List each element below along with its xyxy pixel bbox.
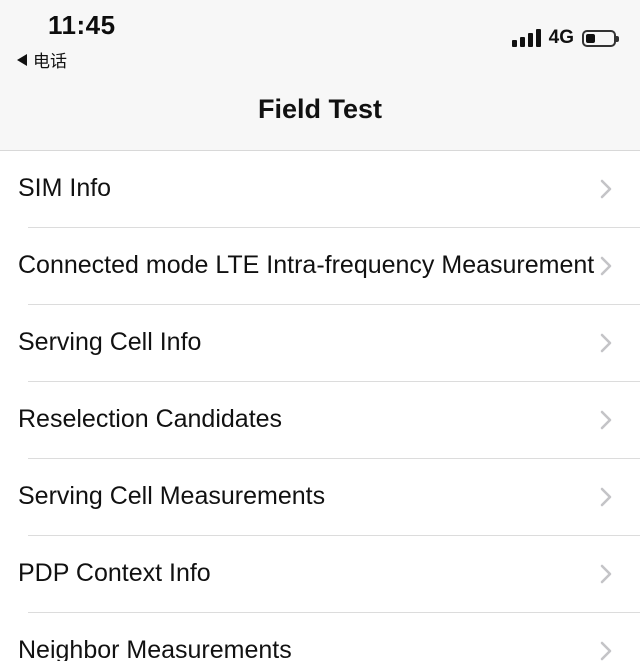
network-type: 4G [548, 27, 574, 48]
list-item-label: Serving Cell Info [18, 328, 202, 356]
top-bar: 11:45 电话 4G Field Test [0, 0, 640, 151]
field-test-screen: 11:45 电话 4G Field Test SIM Info Connecte… [0, 0, 640, 661]
list-item-label: Connected mode LTE Intra-frequency Measu… [18, 251, 595, 279]
list-item-label: Serving Cell Measurements [18, 482, 326, 510]
back-arrow-icon [17, 53, 27, 66]
chevron-right-icon [596, 178, 616, 200]
list-item-neighbor-measurements[interactable]: Neighbor Measurements [18, 613, 640, 661]
status-time: 11:45 [48, 10, 116, 40]
list-item-serving-cell-info[interactable]: Serving Cell Info [18, 305, 640, 382]
status-indicators: 4G [511, 27, 619, 49]
back-to-phone-button[interactable]: 电话 [17, 47, 67, 72]
back-label: 电话 [33, 52, 67, 72]
battery-level [586, 33, 596, 43]
page-title: Field Test [257, 94, 383, 124]
chevron-right-icon [596, 486, 616, 508]
field-test-menu: SIM Info Connected mode LTE Intra-freque… [0, 151, 640, 661]
signal-strength-icon [511, 29, 541, 47]
list-item-label: PDP Context Info [18, 559, 211, 587]
battery-icon [582, 29, 619, 47]
list-item-sim-info[interactable]: SIM Info [18, 151, 640, 228]
list-item-label: Neighbor Measurements [18, 636, 292, 661]
chevron-right-icon [596, 640, 616, 661]
list-item-reselection-candidates[interactable]: Reselection Candidates [18, 382, 640, 459]
chevron-right-icon [596, 409, 616, 431]
chevron-right-icon [596, 332, 616, 354]
list-item-label: SIM Info [18, 174, 112, 202]
battery-tip [616, 35, 619, 42]
list-item-serving-cell-measurements[interactable]: Serving Cell Measurements [18, 459, 640, 536]
chevron-right-icon [596, 255, 616, 277]
list-item-label: Reselection Candidates [18, 405, 283, 433]
list-item-pdp-context-info[interactable]: PDP Context Info [18, 536, 640, 613]
chevron-right-icon [596, 563, 616, 585]
list-item-lte-intra-frequency[interactable]: Connected mode LTE Intra-frequency Measu… [18, 228, 640, 305]
